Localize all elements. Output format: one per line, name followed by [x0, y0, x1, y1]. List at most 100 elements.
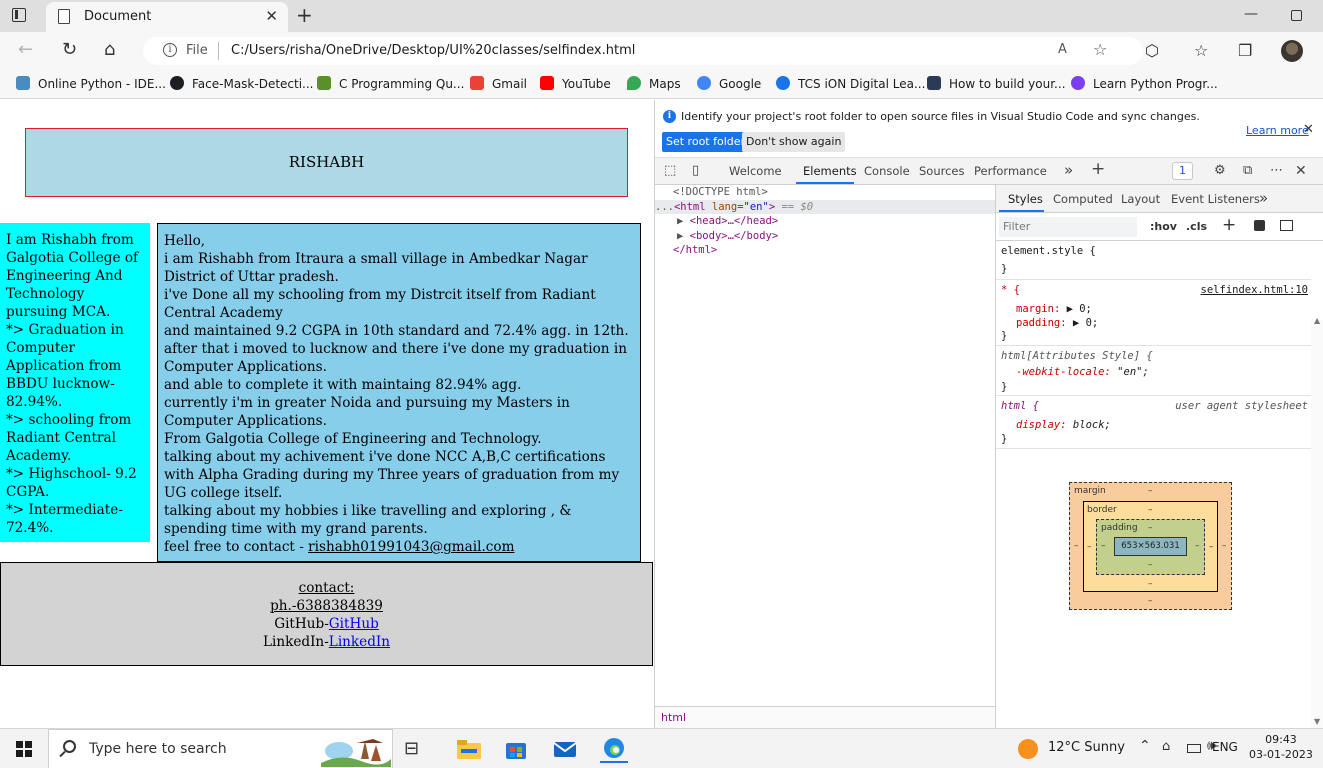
issues-badge[interactable]: 1: [1172, 162, 1193, 180]
mail-icon[interactable]: [551, 735, 579, 763]
tab-event-listeners[interactable]: Event Listeners: [1171, 192, 1260, 206]
task-view-icon[interactable]: ⊟: [404, 738, 432, 766]
taskbar-clock[interactable]: 09:43 03-01-2023: [1249, 732, 1313, 762]
windows-start-icon[interactable]: [16, 741, 32, 757]
bookmark-item[interactable]: Face-Mask-Detecti...: [170, 76, 314, 91]
styles-scrollbar[interactable]: ▲ ▼: [1311, 316, 1323, 728]
profile-avatar[interactable]: [1281, 40, 1303, 62]
bookmark-item[interactable]: TCS iON Digital Lea...: [776, 76, 925, 91]
rule-source-link[interactable]: selfindex.html:10: [1201, 283, 1308, 298]
hover-state-toggle[interactable]: :hov: [1150, 220, 1177, 233]
dom-node-head[interactable]: ▶ <head>…</head>: [655, 214, 995, 229]
css-property[interactable]: margin: ▶ 0;: [1016, 302, 1092, 317]
margin-right-value[interactable]: –: [1222, 541, 1227, 551]
margin-bottom-value[interactable]: –: [1148, 596, 1153, 606]
taskbar-search-box[interactable]: Type here to search: [48, 729, 393, 768]
email-link[interactable]: rishabh01991043@gmail.com: [308, 539, 514, 555]
bookmark-item[interactable]: Maps: [627, 76, 681, 91]
tab-sources[interactable]: Sources: [919, 164, 965, 178]
border-left-value[interactable]: –: [1087, 542, 1092, 552]
dom-node-html[interactable]: ...<html lang="en"> == $0: [655, 199, 995, 214]
restore-icon[interactable]: [1291, 10, 1302, 21]
battery-icon[interactable]: [1187, 744, 1201, 753]
border-right-value[interactable]: –: [1209, 542, 1214, 552]
tab-elements[interactable]: Elements: [803, 164, 857, 178]
tab-layout[interactable]: Layout: [1121, 192, 1160, 206]
close-devtools-icon[interactable]: ✕: [1295, 163, 1307, 179]
bookmark-item[interactable]: YouTube: [540, 76, 611, 91]
bookmark-item[interactable]: How to build your...: [927, 76, 1066, 91]
paint-brush-icon[interactable]: [1254, 220, 1265, 231]
padding-right-value[interactable]: –: [1195, 541, 1200, 551]
new-rule-icon[interactable]: +: [1222, 215, 1236, 235]
bookmark-item[interactable]: Learn Python Progr...: [1071, 76, 1218, 91]
tab-computed[interactable]: Computed: [1053, 192, 1113, 206]
new-tab-icon[interactable]: +: [296, 3, 313, 27]
site-info-icon[interactable]: i: [163, 43, 177, 57]
reload-icon[interactable]: ↻: [62, 40, 77, 60]
back-icon[interactable]: ←: [18, 40, 33, 60]
tab-styles[interactable]: Styles: [1008, 192, 1043, 206]
padding-left-value[interactable]: –: [1101, 541, 1106, 551]
filter-input[interactable]: Filter: [999, 217, 1137, 237]
minimize-icon[interactable]: —: [1244, 6, 1258, 22]
bookmark-item[interactable]: C Programming Qu...: [317, 76, 464, 91]
address-bar[interactable]: i File C:/Users/risha/OneDrive/Desktop/U…: [143, 37, 1143, 65]
padding-top-value[interactable]: –: [1148, 523, 1153, 533]
margin-top-value[interactable]: –: [1148, 486, 1153, 496]
margin-left-value[interactable]: –: [1074, 541, 1079, 551]
close-tab-icon[interactable]: ✕: [265, 7, 278, 25]
edge-browser-icon[interactable]: [600, 735, 628, 763]
scroll-down-icon[interactable]: ▼: [1314, 717, 1320, 726]
settings-gear-icon[interactable]: ⚙: [1214, 163, 1226, 178]
bookmark-item[interactable]: Gmail: [470, 76, 527, 91]
bookmark-item[interactable]: Online Python - IDE...: [16, 76, 166, 91]
tab-welcome[interactable]: Welcome: [729, 164, 782, 178]
inspect-element-icon[interactable]: ⬚: [664, 163, 676, 178]
add-favorite-icon[interactable]: ☆: [1093, 40, 1107, 59]
tab-console[interactable]: Console: [864, 164, 910, 178]
dock-icon[interactable]: ⧉: [1243, 163, 1252, 178]
border-top-value[interactable]: –: [1148, 505, 1153, 515]
microsoft-store-icon[interactable]: [502, 735, 530, 763]
show-hidden-icons-icon[interactable]: ⌃: [1139, 738, 1151, 754]
add-tab-icon[interactable]: +: [1091, 159, 1105, 179]
more-tabs-icon[interactable]: »: [1064, 161, 1073, 179]
class-toggle[interactable]: .cls: [1186, 220, 1207, 233]
more-tabs-icon[interactable]: »: [1259, 189, 1268, 207]
browser-tab[interactable]: Document ✕: [46, 2, 288, 32]
css-property[interactable]: padding: ▶ 0;: [1016, 316, 1098, 331]
sidebar-toggle-icon[interactable]: [1280, 220, 1293, 231]
device-toolbar-icon[interactable]: ▯: [692, 163, 699, 178]
more-options-icon[interactable]: ⋯: [1270, 163, 1283, 178]
dont-show-again-button[interactable]: Don't show again: [742, 132, 846, 152]
language-indicator[interactable]: ENG: [1212, 740, 1238, 754]
scroll-up-icon[interactable]: ▲: [1314, 316, 1320, 325]
border-bottom-value[interactable]: –: [1148, 579, 1153, 589]
expand-arrow-icon[interactable]: ▶: [677, 215, 690, 227]
weather-text[interactable]: 12°C Sunny: [1048, 740, 1125, 755]
file-explorer-icon[interactable]: [455, 735, 483, 763]
tab-performance[interactable]: Performance: [974, 164, 1047, 178]
box-model-content[interactable]: 653×563.031: [1114, 537, 1187, 556]
bookmark-label: Google: [719, 77, 762, 91]
favorites-icon[interactable]: ☆: [1194, 41, 1208, 60]
bookmark-item[interactable]: Google: [697, 76, 761, 91]
close-infobar-icon[interactable]: ✕: [1303, 122, 1314, 137]
extensions-icon[interactable]: ⬡: [1145, 41, 1159, 60]
linkedin-link[interactable]: LinkedIn: [329, 634, 390, 650]
padding-bottom-value[interactable]: –: [1148, 560, 1153, 570]
expand-arrow-icon[interactable]: ▶: [677, 230, 690, 242]
home-icon[interactable]: ⌂: [104, 40, 115, 60]
set-root-folder-button[interactable]: Set root folder: [662, 132, 750, 152]
html-open-tag: <html: [673, 200, 706, 213]
learn-more-link[interactable]: Learn more: [1246, 124, 1309, 137]
address-url[interactable]: C:/Users/risha/OneDrive/Desktop/UI%20cla…: [231, 43, 635, 58]
dom-node-body[interactable]: ▶ <body>…</body>: [655, 229, 995, 244]
collections-icon[interactable]: ❐: [1238, 41, 1252, 60]
tab-actions-icon[interactable]: [12, 8, 26, 22]
read-aloud-icon[interactable]: A: [1058, 42, 1067, 57]
github-link[interactable]: GitHub: [329, 616, 379, 632]
breadcrumb-item[interactable]: html: [661, 711, 686, 724]
network-icon[interactable]: ⌂: [1162, 739, 1170, 754]
